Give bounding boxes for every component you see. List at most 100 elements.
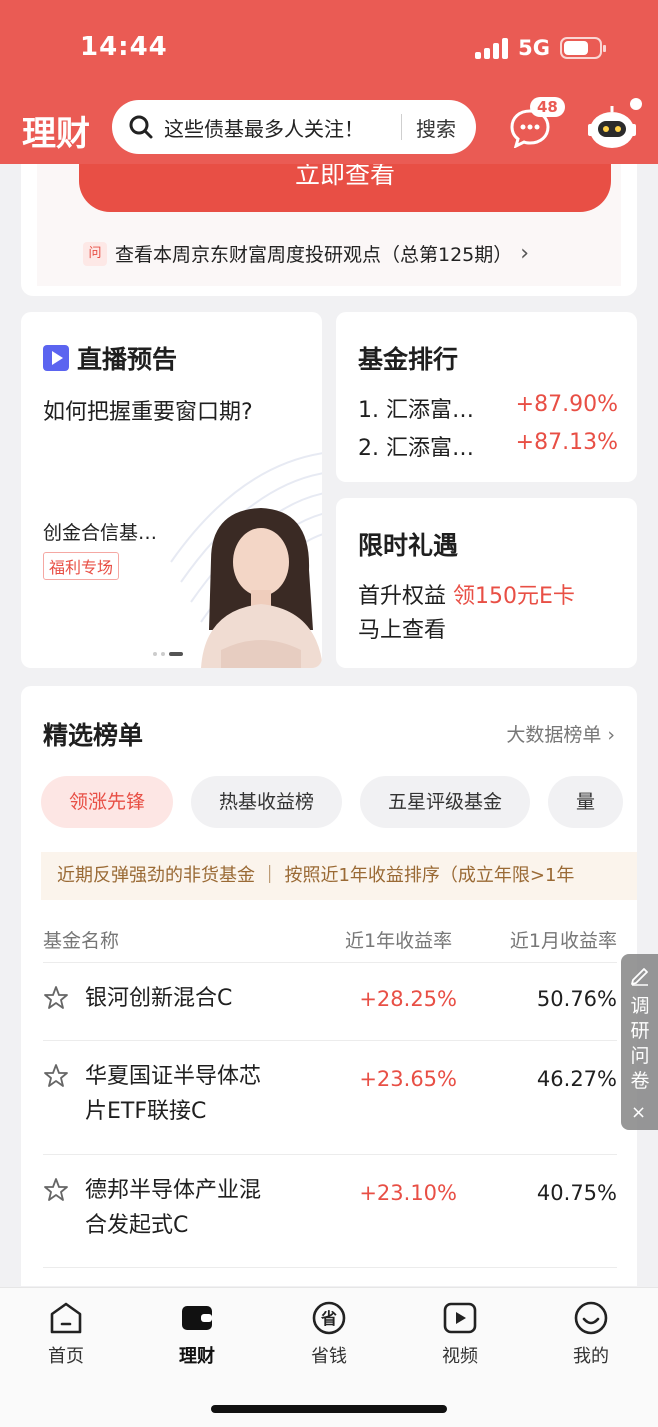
status-icons: 5G <box>475 36 606 60</box>
assistant-robot-icon[interactable] <box>586 104 638 150</box>
battery-icon <box>560 37 606 59</box>
fund-rank-item[interactable]: 1. 汇添富… +87.90% <box>358 392 618 424</box>
fund-name: 华夏国证半导体芯 片ETF联接C <box>85 1059 261 1129</box>
live-subtitle: 如何把握重要窗口期? <box>43 400 253 425</box>
fund-rank-name: 2. 汇添富… <box>358 436 474 461</box>
save-money-icon: 省 <box>312 1301 346 1335</box>
tab-label: 首页 <box>48 1346 84 1367</box>
star-icon[interactable] <box>43 1063 69 1089</box>
host-photo <box>201 508 322 668</box>
star-icon[interactable] <box>43 1177 69 1203</box>
fund-name-line: 片ETF联接C <box>85 1099 207 1124</box>
tab-more[interactable]: 量 <box>548 776 624 828</box>
column-month-return[interactable]: 近1月收益率 <box>510 926 617 953</box>
fund-name: 德邦半导体产业混 合发起式C <box>85 1173 261 1243</box>
survey-close-icon[interactable]: × <box>631 1102 646 1123</box>
tab-label: 理财 <box>179 1346 215 1367</box>
live-title: 直播预告 <box>43 340 177 376</box>
fund-rank-card[interactable]: 基金排行 1. 汇添富… +87.90% 2. 汇添富… +87.13% <box>336 312 637 482</box>
gift-title: 限时礼遇 <box>358 531 459 560</box>
bottom-tab-bar: 首页 理财 省 省钱 视频 我的 <box>0 1287 658 1427</box>
pen-icon <box>631 968 648 986</box>
fund-rank-title: 基金排行 <box>358 345 459 374</box>
fund-rank-name: 1. 汇添富… <box>358 398 474 423</box>
column-year-return[interactable]: 近1年收益率 <box>345 926 452 953</box>
wallet-icon <box>182 1306 212 1330</box>
research-link[interactable]: 问 查看本周京东财富周度投研观点（总第125期） › <box>83 240 529 267</box>
selected-board: 精选榜单 大数据榜单 › 领涨先锋 热基收益榜 五星评级基金 量 近期反弹强劲的… <box>21 686 637 1286</box>
live-host-name: 创金合信基… <box>43 522 158 544</box>
star-icon[interactable] <box>43 985 69 1011</box>
tab-label: 视频 <box>442 1346 478 1367</box>
search-bar[interactable]: 这些债基最多人关注！ 搜索 <box>112 100 476 154</box>
signal-icon <box>475 37 509 59</box>
board-description: 近期反弹强劲的非货基金 ｜ 按照近1年收益排序（成立年限>1年 <box>41 852 637 900</box>
play-icon <box>43 345 69 371</box>
survey-float[interactable]: 调研问卷 × <box>621 954 658 1130</box>
column-fund-name: 基金名称 <box>43 930 120 952</box>
home-indicator <box>211 1405 447 1413</box>
fund-name-line: 华夏国证半导体芯 <box>85 1064 262 1089</box>
search-icon <box>129 115 153 139</box>
carousel-indicator <box>153 652 183 656</box>
search-divider <box>401 114 402 140</box>
svg-text:省: 省 <box>320 1309 337 1328</box>
page-title: 理财 <box>22 114 90 154</box>
tab-label: 省钱 <box>311 1346 347 1367</box>
tab-hot-return[interactable]: 热基收益榜 <box>191 776 343 828</box>
tab-home[interactable]: 首页 <box>26 1300 106 1368</box>
board-more-label: 大数据榜单 <box>506 724 602 746</box>
fund-rank-item[interactable]: 2. 汇添富… +87.13% <box>358 430 618 462</box>
chevron-right-icon: › <box>520 241 530 266</box>
notification-dot <box>630 98 642 110</box>
fund-name: 银河创新混合C <box>85 981 232 1016</box>
search-button[interactable]: 搜索 <box>416 113 456 142</box>
board-tabs: 领涨先锋 热基收益榜 五星评级基金 量 <box>41 776 624 828</box>
fund-name-line: 合发起式C <box>85 1213 189 1238</box>
year-return: +28.25% <box>359 987 457 1011</box>
table-row[interactable]: 华夏国证半导体芯 片ETF联接C +23.65% 46.27% <box>43 1040 617 1154</box>
tab-label: 我的 <box>573 1346 609 1367</box>
gift-line-1: 首升权益 领150元E卡 <box>358 578 575 610</box>
profile-icon <box>574 1301 608 1335</box>
app-header: 14:44 5G 理财 这些债基最多人关注！ 搜索 48 <box>0 0 658 164</box>
home-icon <box>50 1302 82 1334</box>
live-preview-card[interactable]: 直播预告 如何把握重要窗口期? 创金合信基… 福利专场 <box>21 312 322 668</box>
live-title-text: 直播预告 <box>77 345 178 374</box>
message-badge: 48 <box>530 97 565 117</box>
year-return: +23.10% <box>359 1181 457 1205</box>
limited-gift-card[interactable]: 限时礼遇 首升权益 领150元E卡 马上查看 <box>336 498 637 668</box>
tab-save-money[interactable]: 省 省钱 <box>289 1300 369 1368</box>
search-input[interactable]: 这些债基最多人关注！ <box>164 113 395 142</box>
month-return: 40.75% <box>536 1181 617 1205</box>
chevron-right-icon: › <box>607 724 615 746</box>
promo-card: 立即查看 问 查看本周京东财富周度投研观点（总第125期） › <box>21 150 637 296</box>
fund-rank-value: +87.90% <box>515 392 618 417</box>
tab-five-star[interactable]: 五星评级基金 <box>360 776 531 828</box>
research-text: 查看本周京东财富周度投研观点（总第125期） <box>115 244 513 266</box>
fund-name-line: 德邦半导体产业混 <box>85 1178 262 1203</box>
question-tag: 问 <box>83 241 107 266</box>
table-row[interactable]: 德邦半导体产业混 合发起式C +23.10% 40.75% <box>43 1154 617 1268</box>
month-return: 50.76% <box>536 987 617 1011</box>
month-return: 46.27% <box>536 1067 617 1091</box>
tab-profile[interactable]: 我的 <box>551 1300 631 1368</box>
year-return: +23.65% <box>359 1067 457 1091</box>
tab-wealth[interactable]: 理财 <box>157 1300 237 1368</box>
fund-name-line: 银河创新混合C <box>85 986 233 1011</box>
fund-rank-value: +87.13% <box>515 430 618 455</box>
video-icon <box>443 1302 477 1334</box>
gift-line-2: 马上查看 <box>358 618 447 643</box>
promo-card-inner: 立即查看 问 查看本周京东财富周度投研观点（总第125期） › <box>37 150 621 286</box>
tab-lead-rise[interactable]: 领涨先锋 <box>41 776 174 828</box>
survey-label: 调研问卷 <box>630 995 650 1092</box>
status-time: 14:44 <box>80 32 168 62</box>
welfare-tag: 福利专场 <box>43 552 120 580</box>
table-row[interactable]: 银河创新混合C +28.25% 50.76% <box>43 962 617 1040</box>
gift-highlight: 领150元E卡 <box>453 584 575 609</box>
board-title: 精选榜单 <box>43 721 144 750</box>
gift-prefix: 首升权益 <box>358 584 453 609</box>
network-label: 5G <box>518 36 550 60</box>
tab-video[interactable]: 视频 <box>420 1300 500 1368</box>
big-data-board-link[interactable]: 大数据榜单 › <box>506 720 615 747</box>
